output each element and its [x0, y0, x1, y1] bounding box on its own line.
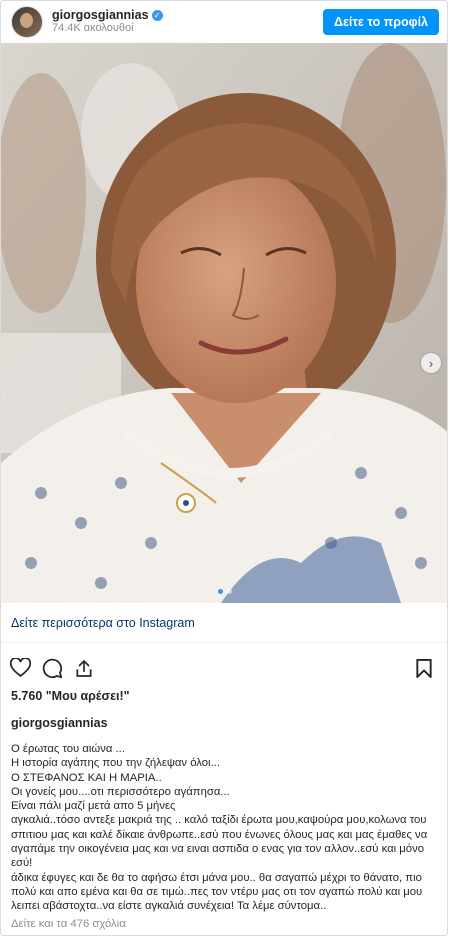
- see-more-row: Δείτε περισσότερα στο Instagram: [1, 603, 447, 643]
- caption-username[interactable]: giorgosgiannias: [1, 716, 447, 730]
- header-info: giorgosgiannias ✓ 74.4K ακολουθοί: [52, 9, 323, 35]
- view-profile-button[interactable]: Δείτε το προφίλ: [322, 9, 439, 35]
- carousel-dot: [227, 589, 232, 594]
- post-photo[interactable]: ›: [1, 43, 447, 603]
- caption-line: Ο ΣΤΕΦΑΝΟΣ ΚΑΙ Η ΜΑΡΙΑ..: [11, 771, 162, 784]
- next-image-arrow-icon[interactable]: ›: [421, 353, 441, 373]
- caption-line: Η ιστορία αγάπης που την ζήλεψαν όλοι...: [11, 757, 220, 770]
- share-icon[interactable]: [73, 657, 95, 679]
- heart-icon[interactable]: [9, 657, 31, 679]
- see-more-link[interactable]: Δείτε περισσότερα στο Instagram: [11, 616, 195, 630]
- carousel-dots: [1, 589, 447, 594]
- username-row: giorgosgiannias ✓: [52, 9, 323, 22]
- like-count[interactable]: 5.760 "Μου αρέσει!": [1, 689, 447, 703]
- view-comments-link[interactable]: Δείτε και τα 476 σχόλια: [1, 918, 447, 930]
- verified-badge-icon: ✓: [151, 10, 163, 21]
- portrait-image: [1, 43, 447, 603]
- caption-line: Οι γονείς μου....οτι περισσότερο αγάπησα…: [11, 785, 230, 798]
- carousel-dot: [218, 589, 223, 594]
- comment-icon[interactable]: [41, 657, 63, 679]
- caption-line: Είναι πάλι μαζί μετά απο 5 μήνες: [11, 800, 176, 813]
- action-bar: [1, 651, 447, 685]
- username[interactable]: giorgosgiannias: [52, 9, 149, 22]
- avatar[interactable]: [11, 6, 43, 38]
- instagram-embed: giorgosgiannias ✓ 74.4K ακολουθοί Δείτε …: [0, 0, 448, 936]
- caption-line: άδικα έφυγες και δε θα το αφήσω έτσι μάν…: [11, 871, 423, 913]
- caption-line: Ο έρωτας του αιώνα ...: [11, 743, 125, 755]
- caption: Ο έρωτας του αιώνα ... Η ιστορία αγάπης …: [1, 742, 447, 914]
- bookmark-icon[interactable]: [413, 657, 435, 679]
- caption-line: αγκαλιά..τόσο αντεξε μακριά της .. καλό …: [11, 814, 428, 870]
- post-header: giorgosgiannias ✓ 74.4K ακολουθοί Δείτε …: [1, 1, 447, 43]
- follower-count: 74.4K ακολουθοί: [52, 22, 134, 34]
